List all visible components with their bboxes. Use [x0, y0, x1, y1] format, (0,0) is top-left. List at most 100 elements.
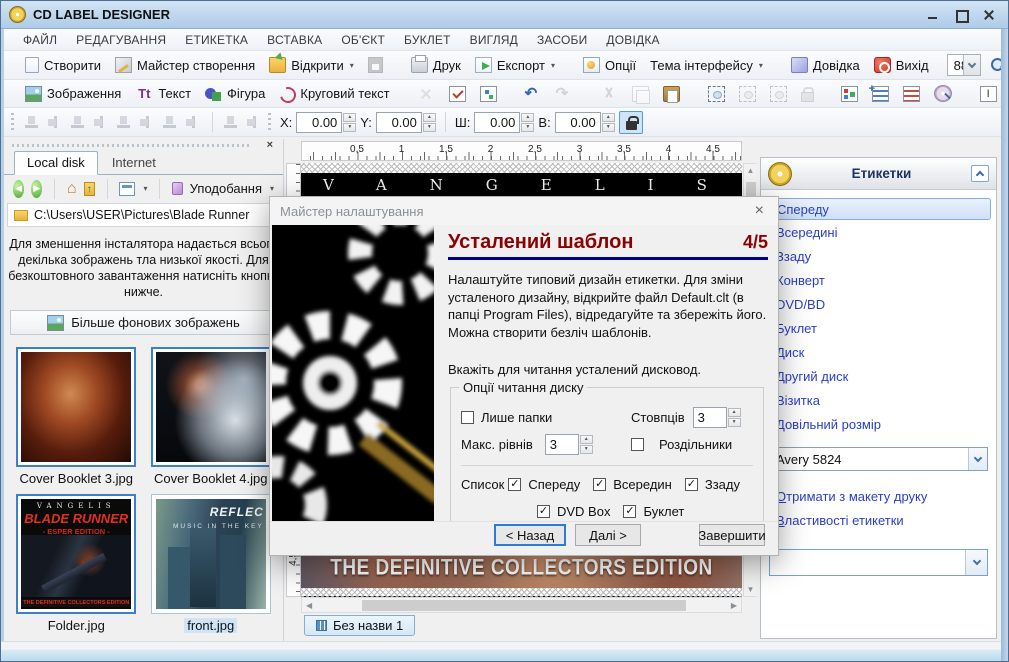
check-elements-button[interactable] — [444, 84, 471, 104]
horizontal-scroll-thumb[interactable] — [362, 600, 686, 611]
next-button[interactable]: Далі > — [575, 524, 641, 546]
columns-down-button[interactable]: ▼ — [728, 418, 741, 427]
document-tab[interactable]: Без назви 1 — [304, 615, 415, 636]
copy-button[interactable] — [627, 84, 654, 104]
favorites-dropdown-caret[interactable]: ▾ — [270, 184, 274, 193]
x-spinner[interactable]: 0.00▲▼ — [296, 112, 356, 133]
text-cursor-button[interactable]: I — [975, 84, 1002, 104]
export-dropdown-caret[interactable]: ▾ — [551, 61, 555, 70]
same-width-icon[interactable] — [161, 114, 180, 130]
forward-button[interactable]: ▶ — [31, 180, 42, 198]
height-spinner[interactable]: 0.00▲▼ — [555, 112, 615, 133]
wizard-title-bar[interactable]: Майстер налаштування × — [270, 197, 778, 225]
menu-insert[interactable]: ВСТАВКА — [267, 33, 322, 47]
rows-button[interactable] — [898, 84, 925, 104]
menu-edit[interactable]: РЕДАГУВАННЯ — [76, 33, 166, 47]
columns-up-button[interactable]: ▲ — [728, 408, 741, 417]
align-bottom-icon[interactable] — [138, 114, 157, 130]
thumbnail-item[interactable]: REFLEC MUSIC IN THE KEY front.jpg — [149, 494, 274, 633]
more-backgrounds-button[interactable]: Більше фонових зображень — [10, 310, 277, 335]
undo-button[interactable]: ↶ — [520, 84, 547, 104]
label-item-dvdbd[interactable]: DVD/BD — [761, 292, 996, 316]
insert-text-button[interactable]: TtТекст — [130, 84, 196, 104]
collapse-panel-button[interactable] — [971, 165, 989, 182]
open-button[interactable]: Відкрити▾ — [264, 55, 359, 75]
tab-internet[interactable]: Internet — [100, 152, 168, 174]
x-down-button[interactable]: ▼ — [343, 123, 356, 132]
folders-only-checkbox[interactable] — [461, 411, 474, 424]
same-height-icon[interactable] — [184, 114, 203, 130]
insert-image-button[interactable]: Зображення — [20, 84, 126, 104]
menu-tools[interactable]: ЗАСОБИ — [537, 33, 587, 47]
toolbar-grip[interactable] — [11, 113, 14, 131]
add-rows-button[interactable] — [867, 84, 894, 104]
tab-local-disk[interactable]: Local disk — [14, 151, 98, 175]
inside-checkbox[interactable]: ✓ — [593, 478, 606, 491]
max-levels-value[interactable]: 3 — [545, 434, 579, 455]
width-up-button[interactable]: ▲ — [521, 113, 534, 122]
exit-button[interactable]: Вихід — [869, 55, 934, 75]
scroll-left-icon[interactable]: ◀ — [306, 601, 312, 610]
menu-object[interactable]: ОБ'ЄКТ — [341, 33, 385, 47]
label-item-disc[interactable]: Диск — [761, 340, 996, 364]
tracklist-button[interactable] — [836, 84, 863, 104]
y-spinner[interactable]: 0.00▲▼ — [376, 112, 436, 133]
width-spinner[interactable]: 0.00▲▼ — [474, 112, 534, 133]
align-left-icon[interactable] — [23, 114, 42, 130]
zoom-dropdown-button[interactable] — [963, 55, 980, 75]
y-up-button[interactable]: ▲ — [423, 113, 436, 122]
favorites-button[interactable]: Уподобання — [190, 181, 262, 196]
wizard-button[interactable]: Майстер створення — [110, 55, 260, 75]
booklet-checkbox[interactable]: ✓ — [623, 505, 636, 518]
label-item-inside[interactable]: Всередині — [761, 220, 996, 244]
insert-shape-button[interactable]: Фігура — [200, 84, 270, 104]
back-button[interactable]: ◀ — [13, 180, 24, 198]
y-down-button[interactable]: ▼ — [423, 123, 436, 132]
align-center-v-icon[interactable] — [92, 114, 111, 130]
label-item-custom-size[interactable]: Довільний розмір — [761, 412, 996, 436]
select-subtract-button[interactable] — [765, 84, 792, 104]
levels-up-button[interactable]: ▲ — [580, 435, 593, 444]
label-item-back[interactable]: Ззаду — [761, 244, 996, 268]
scroll-down-icon[interactable]: ▼ — [747, 585, 755, 594]
height-value[interactable]: 0.00 — [555, 112, 601, 133]
view-dropdown-caret[interactable]: ▾ — [143, 184, 147, 193]
select-add-button[interactable] — [734, 84, 761, 104]
close-button[interactable] — [982, 8, 996, 22]
max-levels-spinner[interactable]: 3▲▼ — [545, 434, 593, 455]
template-dropdown-button[interactable] — [965, 550, 987, 575]
align-center-h-icon[interactable] — [69, 114, 88, 130]
horizontal-scrollbar[interactable]: ◀ ▶ — [301, 597, 742, 613]
print-button[interactable]: Друк — [406, 55, 466, 75]
menu-label[interactable]: ЕТИКЕТКА — [185, 33, 248, 47]
stock-combobox[interactable]: Avery 5824 — [769, 447, 988, 471]
thumbnail-border[interactable]: VANGELIS BLADE RUNNER - ESPER EDITION - … — [16, 494, 136, 614]
delete-object-button[interactable] — [413, 84, 440, 104]
scroll-up-icon[interactable]: ▲ — [747, 166, 755, 175]
thumbnail-border[interactable] — [16, 347, 136, 467]
toolbar-grip[interactable] — [268, 113, 271, 131]
scroll-right-icon[interactable]: ▶ — [731, 601, 737, 610]
thumbnail-item[interactable]: Cover Booklet 3.jpg — [14, 347, 139, 486]
menu-view[interactable]: ВИГЛЯД — [470, 33, 518, 47]
label-item-front[interactable]: Спереду — [766, 198, 991, 220]
dvdbox-checkbox[interactable]: ✓ — [537, 505, 550, 518]
send-back-icon[interactable] — [245, 114, 264, 130]
zoom-combobox[interactable]: 88% — [947, 54, 981, 76]
label-item-envelope[interactable]: Конверт — [761, 268, 996, 292]
cut-button[interactable] — [596, 84, 623, 104]
label-properties-link[interactable]: Властивості етикетки — [761, 508, 996, 532]
thumbnail-item[interactable]: Cover Booklet 4.jpg — [149, 347, 274, 486]
select-tool-button[interactable] — [703, 84, 730, 104]
label-item-business-card[interactable]: Візитка — [761, 388, 996, 412]
help-button[interactable]: Довідка — [786, 55, 865, 75]
columns-spinner[interactable]: 3▲▼ — [693, 407, 741, 428]
align-right-icon[interactable] — [115, 114, 134, 130]
panel-drag-handle[interactable]: × — [4, 139, 283, 151]
export-button[interactable]: Експорт▾ — [470, 55, 560, 75]
x-up-button[interactable]: ▲ — [343, 113, 356, 122]
back-checkbox[interactable]: ✓ — [685, 478, 698, 491]
label-item-second-disc[interactable]: Другий диск — [761, 364, 996, 388]
up-folder-button[interactable]: ↑ — [84, 182, 95, 196]
minimize-button[interactable] — [926, 8, 940, 22]
